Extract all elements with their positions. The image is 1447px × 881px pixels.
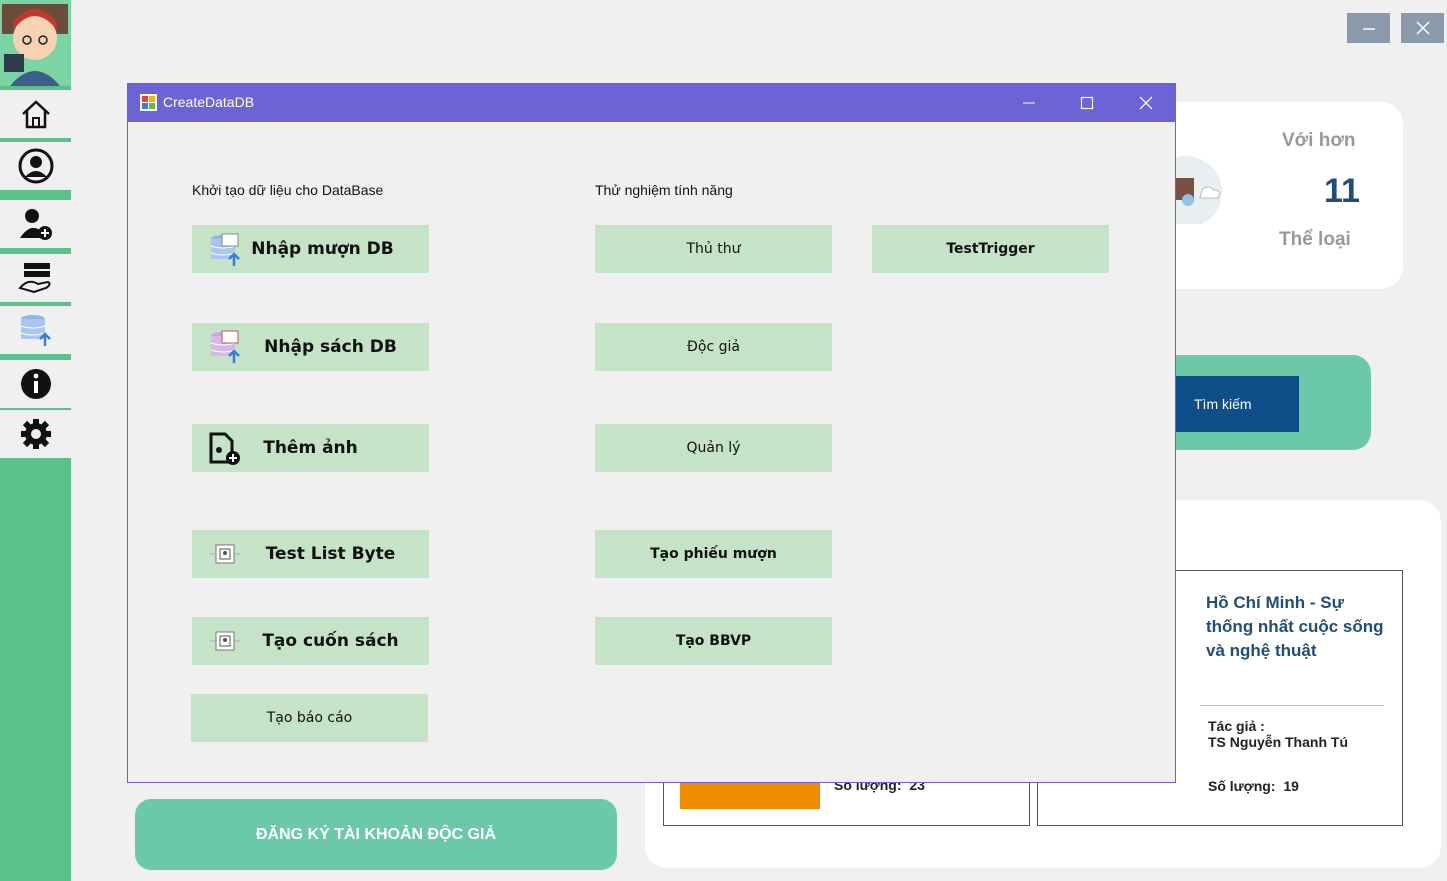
search-button[interactable]: Tìm kiếm <box>1176 376 1299 432</box>
minimize-icon <box>1023 102 1035 104</box>
divider <box>1200 705 1384 706</box>
create-report-button[interactable]: Tạo báo cáo <box>191 694 428 742</box>
stat-count: 11 <box>1324 172 1360 210</box>
stat-line2: Thể loại <box>1279 229 1351 250</box>
home-icon <box>21 100 50 129</box>
reader-button[interactable]: Độc giả <box>595 323 832 371</box>
close-icon <box>1415 21 1430 35</box>
db-init-section-label: Khởi tạo dữ liệu cho DataBase <box>192 182 384 198</box>
user-avatar <box>0 0 71 86</box>
sidebar-item-database[interactable] <box>0 306 71 354</box>
dialog-minimize-button[interactable] <box>1004 84 1054 122</box>
gear-icon <box>20 419 51 449</box>
feature-test-section-label: Thử nghiệm tính năng <box>595 182 733 198</box>
app-close-button[interactable] <box>1401 13 1444 43</box>
create-borrow-slip-button[interactable]: Tạo phiếu mượn <box>595 530 832 578</box>
book-author-label: Tác giả : <box>1208 718 1265 734</box>
dialog-close-button[interactable] <box>1121 84 1171 122</box>
borrow-book-icon <box>17 263 51 294</box>
test-trigger-button[interactable]: TestTrigger <box>872 225 1109 273</box>
info-icon <box>20 369 51 399</box>
librarian-button[interactable]: Thủ thư <box>595 225 832 273</box>
app-minimize-button[interactable] <box>1347 13 1390 43</box>
add-user-icon <box>19 209 52 240</box>
image-frame-icon <box>210 631 240 651</box>
user-icon <box>18 148 53 184</box>
book-author: TS Nguyễn Thanh Tú <box>1208 734 1348 750</box>
app-window-icon <box>140 94 157 111</box>
close-icon <box>1139 96 1153 110</box>
test-list-byte-button[interactable]: Test List Byte <box>192 530 429 578</box>
add-image-button[interactable]: Thêm ảnh <box>192 424 429 472</box>
book-right-qty: Số lượng: 19 <box>1208 778 1299 794</box>
create-book-copy-button[interactable]: Tạo cuốn sách <box>192 617 429 665</box>
minimize-icon <box>1362 28 1375 30</box>
stat-line1: Với hơn <box>1282 130 1356 151</box>
sidebar-item-account[interactable] <box>0 142 71 190</box>
database-upload-icon <box>20 315 51 346</box>
register-reader-button[interactable]: ĐĂNG KÝ TÀI KHOẢN ĐỘC GIẢ <box>135 799 617 870</box>
category-illustration-icon <box>1168 156 1222 224</box>
dialog-title: CreateDataDB <box>163 94 255 110</box>
create-violation-report-button[interactable]: Tạo BBVP <box>595 617 832 665</box>
manager-button[interactable]: Quản lý <box>595 424 832 472</box>
maximize-icon <box>1080 96 1094 110</box>
sidebar-item-info[interactable] <box>0 360 71 408</box>
book-title: Hồ Chí Minh - Sự thống nhất cuộc sống và… <box>1206 593 1384 660</box>
sidebar-item-borrow[interactable] <box>0 254 71 302</box>
add-file-icon <box>209 432 240 465</box>
sidebar-item-add-user[interactable] <box>0 200 71 248</box>
sidebar-item-settings[interactable] <box>0 410 71 458</box>
database-upload-icon <box>210 233 240 266</box>
dialog-maximize-button[interactable] <box>1062 84 1112 122</box>
create-data-dialog: CreateDataDB Khởi tạo dữ liệu cho DataBa… <box>127 83 1176 783</box>
dialog-titlebar[interactable]: CreateDataDB <box>128 84 1175 122</box>
import-borrow-db-button[interactable]: Nhập mượn DB <box>192 225 429 273</box>
image-frame-icon <box>210 544 240 564</box>
database-upload-icon <box>210 330 240 363</box>
sidebar-item-home[interactable] <box>0 90 71 138</box>
import-books-db-button[interactable]: Nhập sách DB <box>192 323 429 371</box>
